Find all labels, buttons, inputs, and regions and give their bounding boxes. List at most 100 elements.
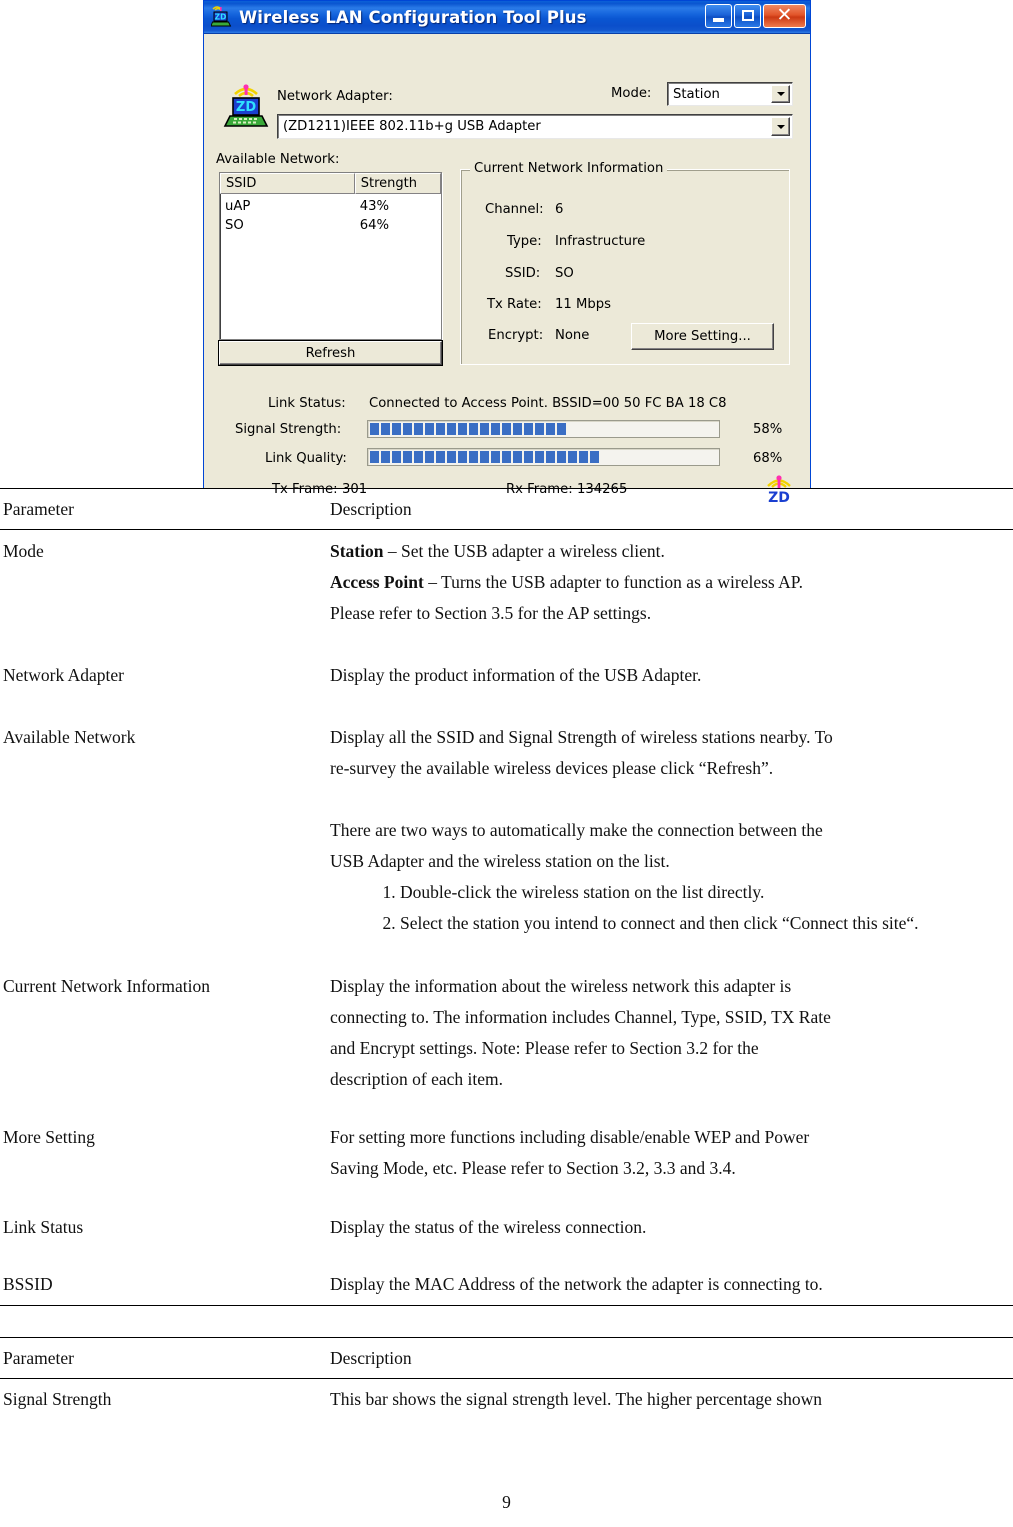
more-setting-button[interactable]: More Setting... — [631, 323, 774, 350]
table-row: Available Network Display all the SSID a… — [0, 691, 1013, 939]
desc-line: connecting to. The information includes … — [330, 1002, 995, 1033]
desc-rest: Display the information about the wirele… — [330, 976, 792, 996]
desc-rest: Please refer to Section 3.5 for the AP s… — [330, 603, 652, 623]
link-quality-label: Link Quality: — [265, 451, 347, 466]
progress-segment — [403, 451, 412, 463]
desc-line: Please refer to Section 3.5 for the AP s… — [330, 598, 995, 629]
table-row: More Setting For setting more functions … — [0, 1095, 1013, 1184]
table-rule-bottom — [0, 1305, 1013, 1306]
desc-line: Station – Set the USB adapter a wireless… — [330, 536, 995, 567]
list-header-row: SSID Strength — [220, 173, 441, 194]
progress-segment — [480, 451, 489, 463]
network-adapter-select[interactable]: (ZD1211)IEEE 802.11b+g USB Adapter — [277, 114, 793, 139]
minimize-button[interactable] — [705, 4, 732, 28]
progress-segment — [524, 451, 533, 463]
row-parameter: Mode — [3, 541, 44, 561]
cell-strength: 64% — [359, 218, 390, 233]
desc-rest: For setting more functions including dis… — [330, 1127, 810, 1147]
row-parameter: Link Status — [3, 1217, 84, 1237]
type-value: Infrastructure — [555, 234, 646, 249]
desc-line: There are two ways to automatically make… — [330, 815, 995, 846]
minimize-icon — [713, 18, 724, 22]
progress-segment — [436, 451, 445, 463]
progress-segment — [469, 451, 478, 463]
zd-adapter-icon: ZD — [222, 82, 270, 130]
progress-segment — [381, 423, 390, 435]
progress-segment — [513, 451, 522, 463]
cell-ssid: SO — [225, 218, 244, 233]
progress-segment — [480, 423, 489, 435]
zd-laptop-icon: ZD — [210, 6, 233, 28]
list-item[interactable]: SO 64% — [220, 216, 441, 235]
row-parameter: Available Network — [3, 727, 136, 747]
row-description: Display all the SSID and Signal Strength… — [330, 722, 1013, 939]
progress-segment — [392, 423, 401, 435]
signal-strength-value: 58% — [753, 422, 783, 437]
row-description: Station – Set the USB adapter a wireless… — [330, 536, 1013, 629]
table-row: Mode Station – Set the USB adapter a wir… — [0, 530, 1013, 629]
encrypt-value: None — [555, 328, 590, 343]
table-row: BSSID Display the MAC Address of the net… — [0, 1243, 1013, 1305]
progress-segment — [568, 451, 577, 463]
refresh-button[interactable]: Refresh — [218, 340, 443, 366]
progress-segment — [414, 451, 423, 463]
mode-value: Station — [673, 86, 720, 102]
maximize-icon — [742, 10, 754, 21]
progress-segment — [535, 423, 544, 435]
desc-line: USB Adapter and the wireless station on … — [330, 846, 995, 877]
chevron-down-icon[interactable] — [771, 85, 790, 103]
progress-segment — [502, 423, 511, 435]
column-header-ssid[interactable]: SSID — [220, 173, 355, 194]
progress-segment — [513, 423, 522, 435]
desc-rest: Display the product information of the U… — [330, 665, 702, 685]
progress-segment — [491, 451, 500, 463]
close-button[interactable]: ✕ — [763, 4, 806, 28]
desc-rest: connecting to. The information includes … — [330, 1007, 831, 1027]
list-item[interactable]: uAP 43% — [220, 197, 441, 216]
dialog-body: ZD Network Adapter: Mode: Station (ZD121… — [204, 34, 810, 506]
row-description: This bar shows the signal strength level… — [330, 1384, 1013, 1415]
desc-rest: This bar shows the signal strength level… — [330, 1389, 822, 1409]
link-status-value: Connected to Access Point. BSSID=00 50 F… — [369, 396, 727, 411]
list-item: Double-click the wireless station on the… — [400, 877, 995, 908]
chevron-down-icon[interactable] — [771, 117, 790, 136]
desc-rest: There are two ways to automatically make… — [330, 820, 823, 840]
row-parameter: BSSID — [3, 1274, 53, 1294]
desc-line — [330, 784, 995, 815]
tx-rate-label: Tx Rate: — [487, 297, 542, 312]
column-header-strength[interactable]: Strength — [354, 173, 441, 194]
cell-strength: 43% — [359, 199, 390, 214]
parameter-table-2: Parameter Description Signal Strength Th… — [0, 1337, 1013, 1415]
progress-segment — [590, 451, 599, 463]
desc-bold: Station — [330, 541, 384, 561]
window-controls: ✕ — [705, 4, 806, 28]
list-item: Select the station you intend to connect… — [400, 908, 995, 939]
table-row: Signal Strength This bar shows the signa… — [0, 1379, 1013, 1415]
window-titlebar[interactable]: ZD Wireless LAN Configuration Tool Plus … — [204, 1, 810, 34]
mode-select[interactable]: Station — [667, 82, 793, 106]
available-network-label: Available Network: — [216, 152, 340, 167]
parameter-table-1: Parameter Description Mode Station – Set… — [0, 488, 1013, 1306]
desc-line: re-survey the available wireless devices… — [330, 753, 995, 784]
close-icon: ✕ — [776, 3, 793, 26]
link-quality-progressbar — [367, 448, 720, 466]
desc-line: description of each item. — [330, 1064, 995, 1095]
desc-line: Access Point – Turns the USB adapter to … — [330, 567, 995, 598]
cell-ssid: uAP — [225, 199, 251, 214]
table-header-row: Parameter Description — [0, 489, 1013, 529]
wireless-lan-config-tool-window: ZD Wireless LAN Configuration Tool Plus … — [203, 0, 811, 506]
desc-rest: – Set the USB adapter a wireless client. — [383, 541, 665, 561]
type-label: Type: — [507, 234, 542, 249]
header-description: Description — [330, 1348, 412, 1368]
table-row: Link Status Display the status of the wi… — [0, 1184, 1013, 1243]
desc-rest: Display the status of the wireless conne… — [330, 1217, 647, 1237]
desc-line: For setting more functions including dis… — [330, 1122, 995, 1153]
available-network-list[interactable]: SSID Strength uAP 43% SO 64% — [219, 172, 442, 340]
progress-segment — [546, 451, 555, 463]
progress-segment — [491, 423, 500, 435]
progress-segment — [458, 451, 467, 463]
link-status-label: Link Status: — [268, 396, 346, 411]
maximize-button[interactable] — [734, 4, 761, 28]
desc-line: This bar shows the signal strength level… — [330, 1384, 995, 1415]
progress-segment — [524, 423, 533, 435]
